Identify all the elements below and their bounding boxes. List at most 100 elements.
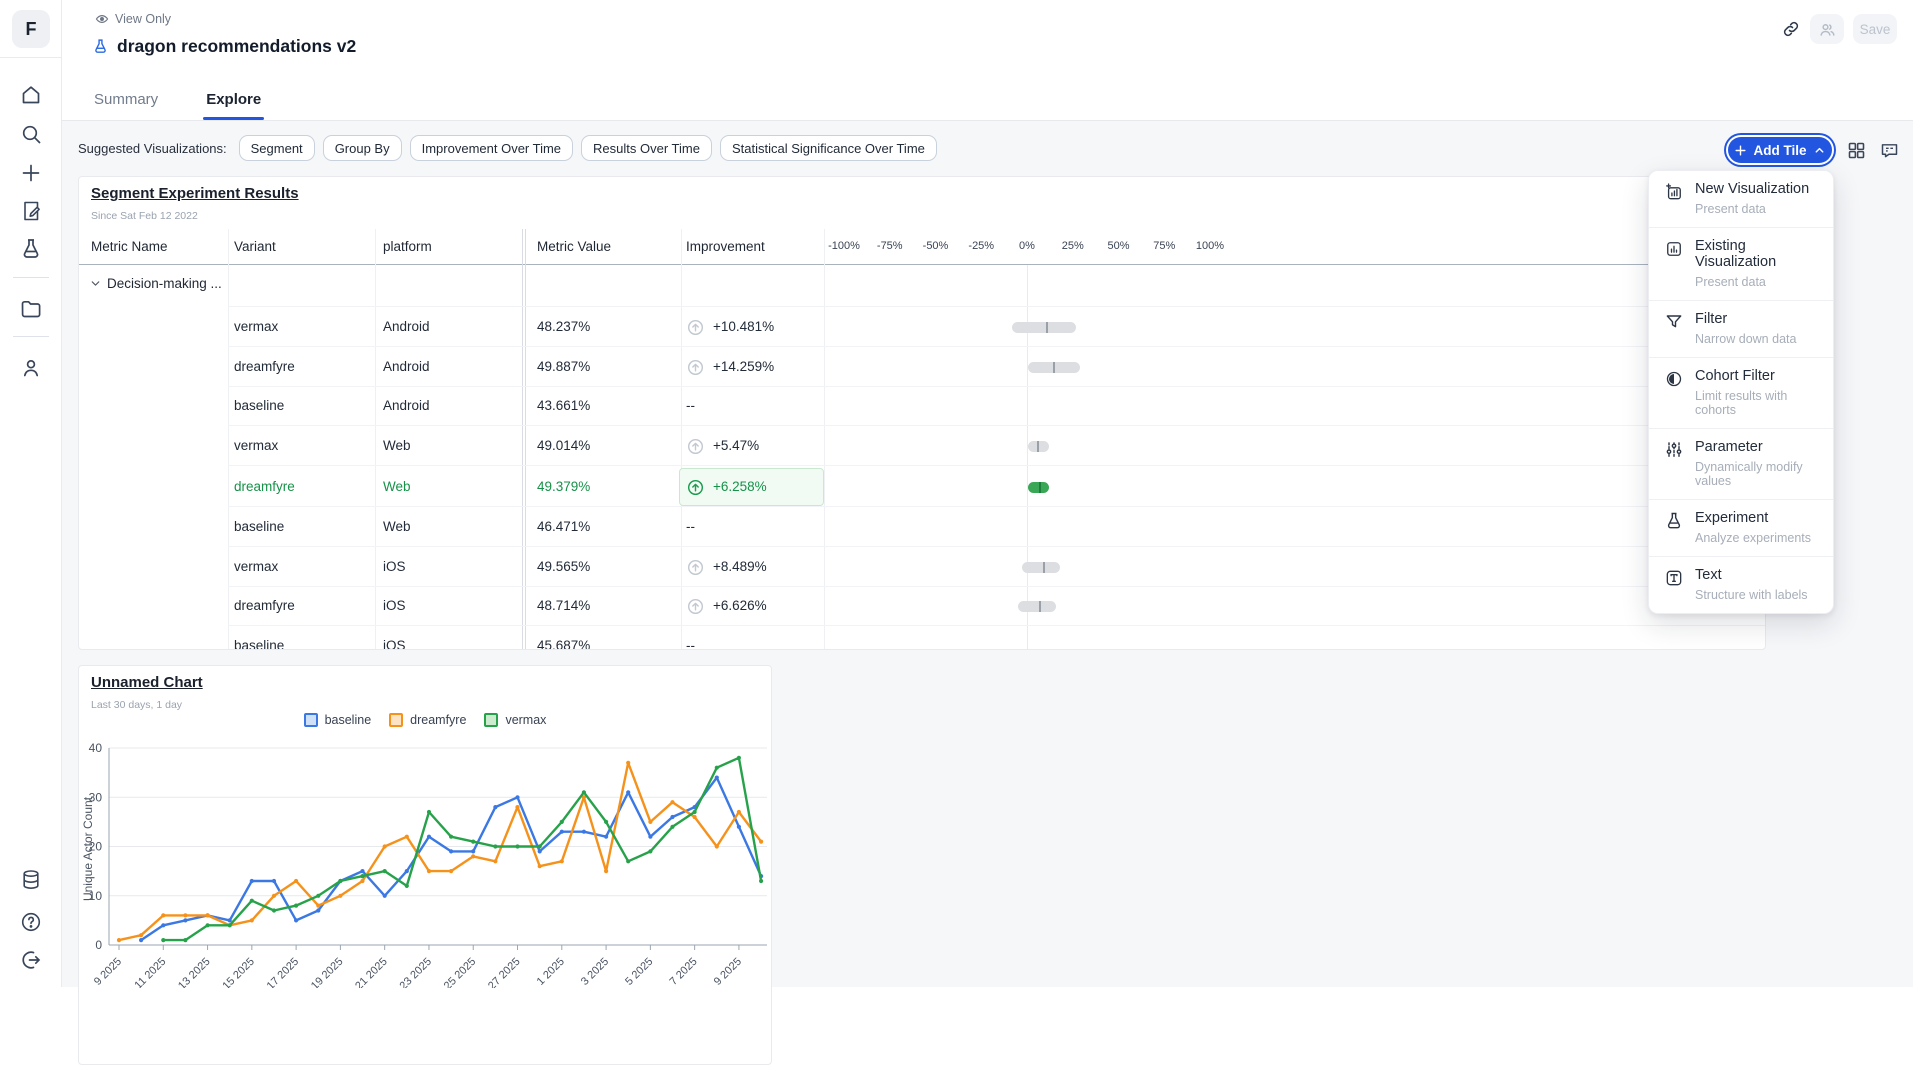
comment-icon[interactable] bbox=[1878, 139, 1900, 161]
tile-layout-icon[interactable] bbox=[1845, 139, 1867, 161]
add-tile-button[interactable]: Add Tile bbox=[1728, 137, 1832, 163]
cell-metric-value: 49.014% bbox=[537, 426, 590, 466]
home-icon[interactable] bbox=[19, 83, 43, 107]
create-icon[interactable] bbox=[19, 161, 43, 185]
cell-improvement: +8.489% bbox=[713, 547, 767, 587]
improvement-tick bbox=[1043, 562, 1045, 573]
table-row[interactable]: dreamfyreAndroid49.887%+14.259% bbox=[228, 347, 1765, 387]
svg-text:25 2025: 25 2025 bbox=[442, 956, 479, 988]
column-header-platform[interactable]: platform bbox=[383, 229, 432, 264]
column-header-variant[interactable]: Variant bbox=[234, 229, 276, 264]
save-button[interactable]: Save bbox=[1853, 14, 1897, 44]
legend-item-dreamfyre[interactable]: dreamfyre bbox=[389, 713, 466, 727]
column-header-metric-name[interactable]: Metric Name bbox=[91, 229, 168, 264]
table-row[interactable]: baselineWeb46.471%-- bbox=[228, 507, 1765, 547]
svg-text:3 2025: 3 2025 bbox=[579, 956, 611, 988]
svg-text:17 2025: 17 2025 bbox=[265, 956, 302, 988]
svg-text:11 2025: 11 2025 bbox=[132, 956, 168, 988]
scale-label: -100% bbox=[828, 229, 860, 264]
suggested-pill-segment[interactable]: Segment bbox=[239, 135, 315, 161]
page-title: dragon recommendations v2 bbox=[117, 36, 356, 57]
tile-title: Segment Experiment Results bbox=[91, 185, 299, 202]
cell-platform: Android bbox=[383, 347, 430, 387]
legend-item-vermax[interactable]: vermax bbox=[484, 713, 546, 727]
cell-improvement: +14.259% bbox=[713, 347, 774, 387]
folder-icon[interactable] bbox=[19, 297, 43, 321]
parameter-icon bbox=[1664, 440, 1684, 460]
experiment-icon[interactable] bbox=[19, 237, 43, 261]
cell-variant: dreamfyre bbox=[234, 586, 295, 626]
legend-label: baseline bbox=[325, 713, 372, 727]
menu-item-text[interactable]: TextStructure with labels bbox=[1649, 556, 1833, 613]
cell-metric-value: 49.887% bbox=[537, 347, 590, 387]
metric-group-row[interactable]: Decision-making ... bbox=[79, 265, 1765, 307]
menu-item-experiment[interactable]: ExperimentAnalyze experiments bbox=[1649, 499, 1833, 556]
suggested-pill-group-by[interactable]: Group By bbox=[323, 135, 402, 161]
table-row[interactable]: vermaxiOS49.565%+8.489% bbox=[228, 547, 1765, 587]
table-row[interactable]: dreamfyreWeb49.379%+6.258% bbox=[228, 467, 1765, 507]
svg-text:7 2025: 7 2025 bbox=[667, 956, 699, 988]
suggested-visualizations-row: Suggested Visualizations: SegmentGroup B… bbox=[78, 135, 937, 161]
table-row[interactable]: baselineAndroid43.661%-- bbox=[228, 386, 1765, 426]
menu-item-title: Experiment bbox=[1695, 510, 1811, 526]
column-header-improvement[interactable]: Improvement bbox=[686, 229, 765, 264]
svg-text:20: 20 bbox=[89, 840, 103, 854]
suggested-pill-statistical-significance-over-time[interactable]: Statistical Significance Over Time bbox=[720, 135, 937, 161]
sidebar: F bbox=[0, 0, 62, 987]
cell-variant: baseline bbox=[234, 626, 284, 650]
person-icon[interactable] bbox=[19, 356, 43, 380]
menu-item-filter[interactable]: FilterNarrow down data bbox=[1649, 300, 1833, 357]
link-icon[interactable] bbox=[1781, 19, 1801, 39]
cell-improvement: +5.47% bbox=[713, 426, 759, 466]
tab-summary[interactable]: Summary bbox=[88, 81, 164, 120]
cell-improvement: +6.258% bbox=[713, 467, 767, 507]
legend-swatch bbox=[484, 713, 498, 727]
cell-platform: Android bbox=[383, 386, 430, 426]
svg-text:10: 10 bbox=[89, 889, 103, 903]
menu-item-title: Filter bbox=[1695, 311, 1796, 327]
menu-item-new-visualization[interactable]: New VisualizationPresent data bbox=[1649, 171, 1833, 227]
column-header-metric-value[interactable]: Metric Value bbox=[537, 229, 611, 264]
scale-label: -50% bbox=[923, 229, 949, 264]
tile-subtitle: Since Sat Feb 12 2022 bbox=[91, 210, 198, 222]
help-icon[interactable] bbox=[19, 910, 43, 934]
svg-text:5 2025: 5 2025 bbox=[623, 956, 655, 988]
legend-item-baseline[interactable]: baseline bbox=[304, 713, 372, 727]
cell-platform: iOS bbox=[383, 547, 406, 587]
workspace-logo[interactable]: F bbox=[12, 10, 50, 48]
svg-text:0: 0 bbox=[95, 938, 102, 952]
table-row[interactable]: baselineiOS45.687%-- bbox=[228, 626, 1765, 650]
menu-item-subtitle: Dynamically modify values bbox=[1695, 460, 1821, 488]
cell-variant: vermax bbox=[234, 307, 278, 347]
arrow-up-circle-icon bbox=[686, 437, 705, 456]
suggested-pill-results-over-time[interactable]: Results Over Time bbox=[581, 135, 712, 161]
filter-icon bbox=[1664, 312, 1684, 332]
database-icon[interactable] bbox=[19, 868, 43, 892]
logout-icon[interactable] bbox=[19, 948, 43, 972]
table-row[interactable]: dreamfyreiOS48.714%+6.626% bbox=[228, 586, 1765, 626]
menu-item-subtitle: Limit results with cohorts bbox=[1695, 389, 1821, 417]
arrow-up-circle-icon bbox=[686, 318, 705, 337]
add-tile-menu: New VisualizationPresent dataExisting Vi… bbox=[1648, 170, 1834, 614]
menu-item-cohort-filter[interactable]: Cohort FilterLimit results with cohorts bbox=[1649, 357, 1833, 428]
share-access-button[interactable] bbox=[1810, 14, 1844, 44]
menu-item-subtitle: Present data bbox=[1695, 275, 1821, 289]
cell-platform: Web bbox=[383, 507, 411, 547]
search-icon[interactable] bbox=[19, 122, 43, 146]
cell-platform: iOS bbox=[383, 626, 406, 650]
menu-item-parameter[interactable]: ParameterDynamically modify values bbox=[1649, 428, 1833, 499]
scale-label: 0% bbox=[1019, 229, 1035, 264]
divider bbox=[13, 336, 49, 337]
cell-improvement: -- bbox=[686, 386, 695, 426]
file-edit-icon[interactable] bbox=[19, 199, 43, 223]
menu-item-title: Existing Visualization bbox=[1695, 238, 1821, 270]
improvement-tick bbox=[1053, 362, 1055, 373]
improvement-tick bbox=[1039, 601, 1041, 612]
chart-subtitle: Last 30 days, 1 day bbox=[91, 699, 182, 711]
suggested-pill-improvement-over-time[interactable]: Improvement Over Time bbox=[410, 135, 573, 161]
table-row[interactable]: vermaxWeb49.014%+5.47% bbox=[228, 426, 1765, 466]
tab-explore[interactable]: Explore bbox=[200, 81, 267, 120]
menu-item-title: Text bbox=[1695, 567, 1808, 583]
table-row[interactable]: vermaxAndroid48.237%+10.481% bbox=[228, 307, 1765, 347]
menu-item-existing-visualization[interactable]: Existing Visualization Present data bbox=[1649, 227, 1833, 300]
